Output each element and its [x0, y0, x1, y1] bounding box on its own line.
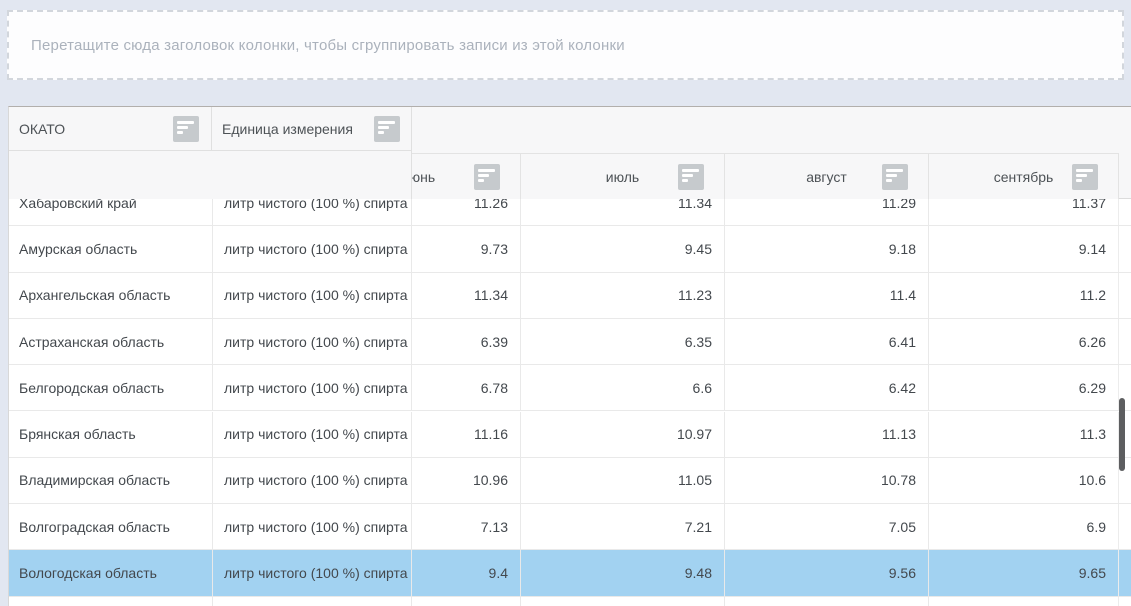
- unit-cell[interactable]: литр чистого (100 %) спирта: [212, 365, 412, 410]
- value-cell[interactable]: 6.41: [724, 319, 928, 364]
- value-cell[interactable]: 6.9: [928, 504, 1119, 549]
- value-cell[interactable]: 11.37: [928, 199, 1119, 225]
- value-cell[interactable]: 10.6: [928, 458, 1119, 503]
- unit-cell[interactable]: литр чистого (100 %) спирта: [212, 273, 412, 318]
- unit-cell[interactable]: литр чистого (100 %) спирта: [212, 550, 412, 595]
- region-cell[interactable]: [9, 597, 212, 606]
- value-cell[interactable]: [928, 597, 1119, 606]
- value-cell[interactable]: 11.23: [520, 273, 724, 318]
- value-cell[interactable]: 11.29: [724, 199, 928, 225]
- value-cell[interactable]: 10.97: [520, 412, 724, 457]
- filter-menu-icon[interactable]: [678, 164, 704, 190]
- value-cell[interactable]: 6.26: [928, 319, 1119, 364]
- value-cell[interactable]: 9.45: [520, 226, 724, 271]
- column-header-okato[interactable]: ОКАТО: [9, 107, 212, 151]
- value-cell[interactable]: 7.21: [520, 504, 724, 549]
- table-row[interactable]: 10.96 11.05 10.78 10.6 Владимирская обла…: [9, 458, 1131, 504]
- data-grid: июнь июль август сентябрь ОКАТО Единица …: [8, 106, 1131, 606]
- filter-menu-icon[interactable]: [173, 116, 199, 142]
- region-cell[interactable]: Владимирская область: [9, 458, 212, 503]
- unit-cell[interactable]: литр чистого (100 %) спирта: [212, 199, 412, 225]
- value-cell[interactable]: 11.4: [724, 273, 928, 318]
- value-cell[interactable]: 11.05: [520, 458, 724, 503]
- value-cell[interactable]: [724, 597, 928, 606]
- group-by-drop-zone[interactable]: Перетащите сюда заголовок колонки, чтобы…: [7, 10, 1124, 80]
- region-cell[interactable]: Архангельская область: [9, 273, 212, 318]
- locked-columns-header: ОКАТО Единица измерения: [9, 107, 412, 199]
- column-header-august[interactable]: август: [724, 153, 928, 199]
- unit-cell[interactable]: литр чистого (100 %) спирта: [212, 504, 412, 549]
- value-cell[interactable]: [520, 597, 724, 606]
- value-cell[interactable]: 10.78: [724, 458, 928, 503]
- unit-cell[interactable]: литр чистого (100 %) спирта: [212, 226, 412, 271]
- table-row[interactable]: 6.39 6.35 6.41 6.26 Астраханская область…: [9, 319, 1131, 365]
- value-cell[interactable]: 11.13: [724, 412, 928, 457]
- value-cell[interactable]: 6.29: [928, 365, 1119, 410]
- value-cell[interactable]: 6.42: [724, 365, 928, 410]
- region-cell[interactable]: Вологодская область: [9, 550, 212, 595]
- value-cell[interactable]: 6.35: [520, 319, 724, 364]
- value-cell[interactable]: 11.34: [520, 199, 724, 225]
- region-cell[interactable]: Хабаровский край: [9, 199, 212, 225]
- value-cell[interactable]: 11.2: [928, 273, 1119, 318]
- unit-cell[interactable]: литр чистого (100 %) спирта: [212, 412, 412, 457]
- grid-body: 11.26 11.34 11.29 11.37 Хабаровский край…: [9, 199, 1131, 606]
- column-title: ОКАТО: [19, 121, 65, 137]
- table-row[interactable]: 11.34 11.23 11.4 11.2 Архангельская обла…: [9, 273, 1131, 319]
- value-cell[interactable]: 9.56: [724, 550, 928, 595]
- unit-cell[interactable]: [212, 597, 412, 606]
- group-by-hint: Перетащите сюда заголовок колонки, чтобы…: [9, 37, 625, 54]
- table-row[interactable]: [9, 597, 1131, 606]
- table-row[interactable]: 9.73 9.45 9.18 9.14 Амурская область лит…: [9, 226, 1131, 272]
- table-row[interactable]: 6.78 6.6 6.42 6.29 Белгородская область …: [9, 365, 1131, 411]
- value-cell[interactable]: 9.14: [928, 226, 1119, 271]
- filter-menu-icon[interactable]: [374, 116, 400, 142]
- column-title: сентябрь: [994, 169, 1054, 185]
- column-title: Единица измерения: [222, 121, 353, 137]
- region-cell[interactable]: Волгоградская область: [9, 504, 212, 549]
- table-row-selected[interactable]: 9.4 9.48 9.56 9.65 Вологодская область л…: [9, 550, 1131, 596]
- unit-cell[interactable]: литр чистого (100 %) спирта: [212, 458, 412, 503]
- region-cell[interactable]: Белгородская область: [9, 365, 212, 410]
- column-title: август: [806, 169, 847, 185]
- value-cell[interactable]: 9.65: [928, 550, 1119, 595]
- value-cell[interactable]: 6.6: [520, 365, 724, 410]
- column-header-unit[interactable]: Единица измерения: [212, 107, 412, 151]
- column-header-september[interactable]: сентябрь: [928, 153, 1119, 199]
- unit-cell[interactable]: литр чистого (100 %) спирта: [212, 319, 412, 364]
- value-cell[interactable]: 9.18: [724, 226, 928, 271]
- value-cell[interactable]: 9.48: [520, 550, 724, 595]
- table-row[interactable]: 11.16 10.97 11.13 11.3 Брянская область …: [9, 412, 1131, 458]
- region-cell[interactable]: Амурская область: [9, 226, 212, 271]
- vertical-scrollbar-thumb[interactable]: [1119, 398, 1125, 471]
- region-cell[interactable]: Брянская область: [9, 412, 212, 457]
- column-title: июль: [606, 169, 639, 185]
- filter-menu-icon[interactable]: [474, 164, 500, 190]
- grid-header: июнь июль август сентябрь ОКАТО Единица …: [9, 107, 1131, 199]
- table-row[interactable]: 7.13 7.21 7.05 6.9 Волгоградская область…: [9, 504, 1131, 550]
- column-header-july[interactable]: июль: [520, 153, 724, 199]
- filter-menu-icon[interactable]: [882, 164, 908, 190]
- region-cell[interactable]: Астраханская область: [9, 319, 212, 364]
- value-cell[interactable]: 11.3: [928, 412, 1119, 457]
- value-cell[interactable]: 7.05: [724, 504, 928, 549]
- table-row[interactable]: 11.26 11.34 11.29 11.37 Хабаровский край…: [9, 199, 1131, 226]
- filter-menu-icon[interactable]: [1072, 164, 1098, 190]
